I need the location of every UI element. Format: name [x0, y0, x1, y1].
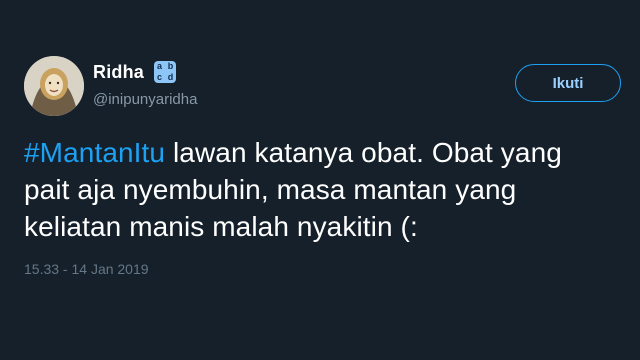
avatar-image-icon	[24, 56, 84, 116]
abcd-badge-icon: a b c d	[154, 61, 177, 83]
badge-letter-a: a	[157, 61, 163, 71]
tweet-line-1: #MantanItu lawan katanya obat. Obat yang	[24, 134, 634, 171]
display-name[interactable]: Ridha	[93, 62, 144, 83]
name-row: Ridha a b c d	[93, 61, 177, 83]
hashtag-link[interactable]: #MantanItu	[24, 137, 165, 168]
tweet-line-1-text: lawan katanya obat. Obat yang	[165, 137, 562, 168]
follow-button[interactable]: Ikuti	[515, 64, 621, 102]
user-handle[interactable]: @inipunyaridha	[93, 91, 197, 108]
tweet-timestamp[interactable]: 15.33 - 14 Jan 2019	[24, 261, 149, 277]
tweet-card: Ridha a b c d @inipunyaridha Ikuti #Mant…	[0, 0, 640, 360]
badge-letter-c: c	[157, 72, 163, 82]
tweet-text: #MantanItu lawan katanya obat. Obat yang…	[24, 134, 634, 245]
badge-letter-b: b	[167, 61, 174, 71]
badge-letter-d: d	[167, 72, 174, 82]
tweet-line-3: keliatan manis malah nyakitin (:	[24, 211, 418, 242]
avatar[interactable]	[24, 56, 84, 116]
tweet-line-2: pait aja nyembuhin, masa mantan yang	[24, 174, 517, 205]
